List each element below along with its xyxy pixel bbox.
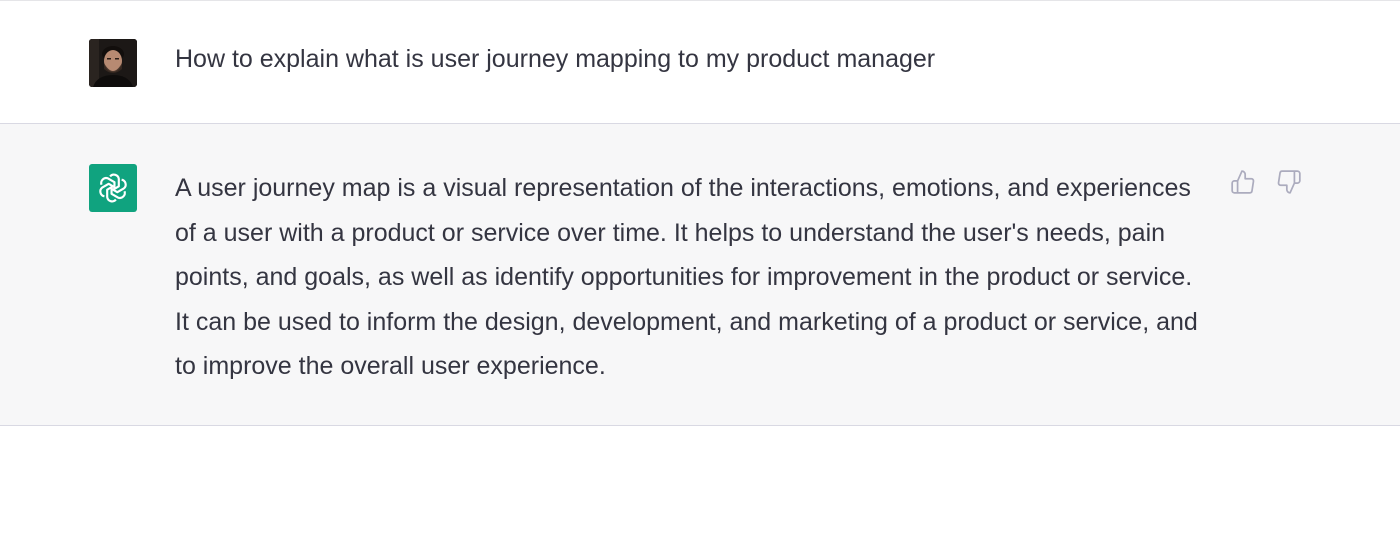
- thumbs-up-icon: [1231, 170, 1255, 194]
- assistant-message-row: A user journey map is a visual represent…: [0, 124, 1400, 426]
- user-avatar-photo: [89, 39, 137, 87]
- thumbs-down-icon: [1277, 170, 1301, 194]
- thumbs-up-button[interactable]: [1230, 168, 1256, 196]
- user-avatar: [89, 39, 137, 87]
- assistant-avatar: [89, 164, 137, 212]
- openai-logo-icon: [99, 173, 127, 203]
- conversation-thread: How to explain what is user journey mapp…: [0, 0, 1400, 550]
- feedback-buttons: [1230, 168, 1302, 196]
- user-message-text: How to explain what is user journey mapp…: [175, 45, 936, 73]
- assistant-message-text: A user journey map is a visual represent…: [175, 174, 1198, 380]
- user-message-row: How to explain what is user journey mapp…: [0, 0, 1400, 124]
- thumbs-down-button[interactable]: [1276, 168, 1302, 196]
